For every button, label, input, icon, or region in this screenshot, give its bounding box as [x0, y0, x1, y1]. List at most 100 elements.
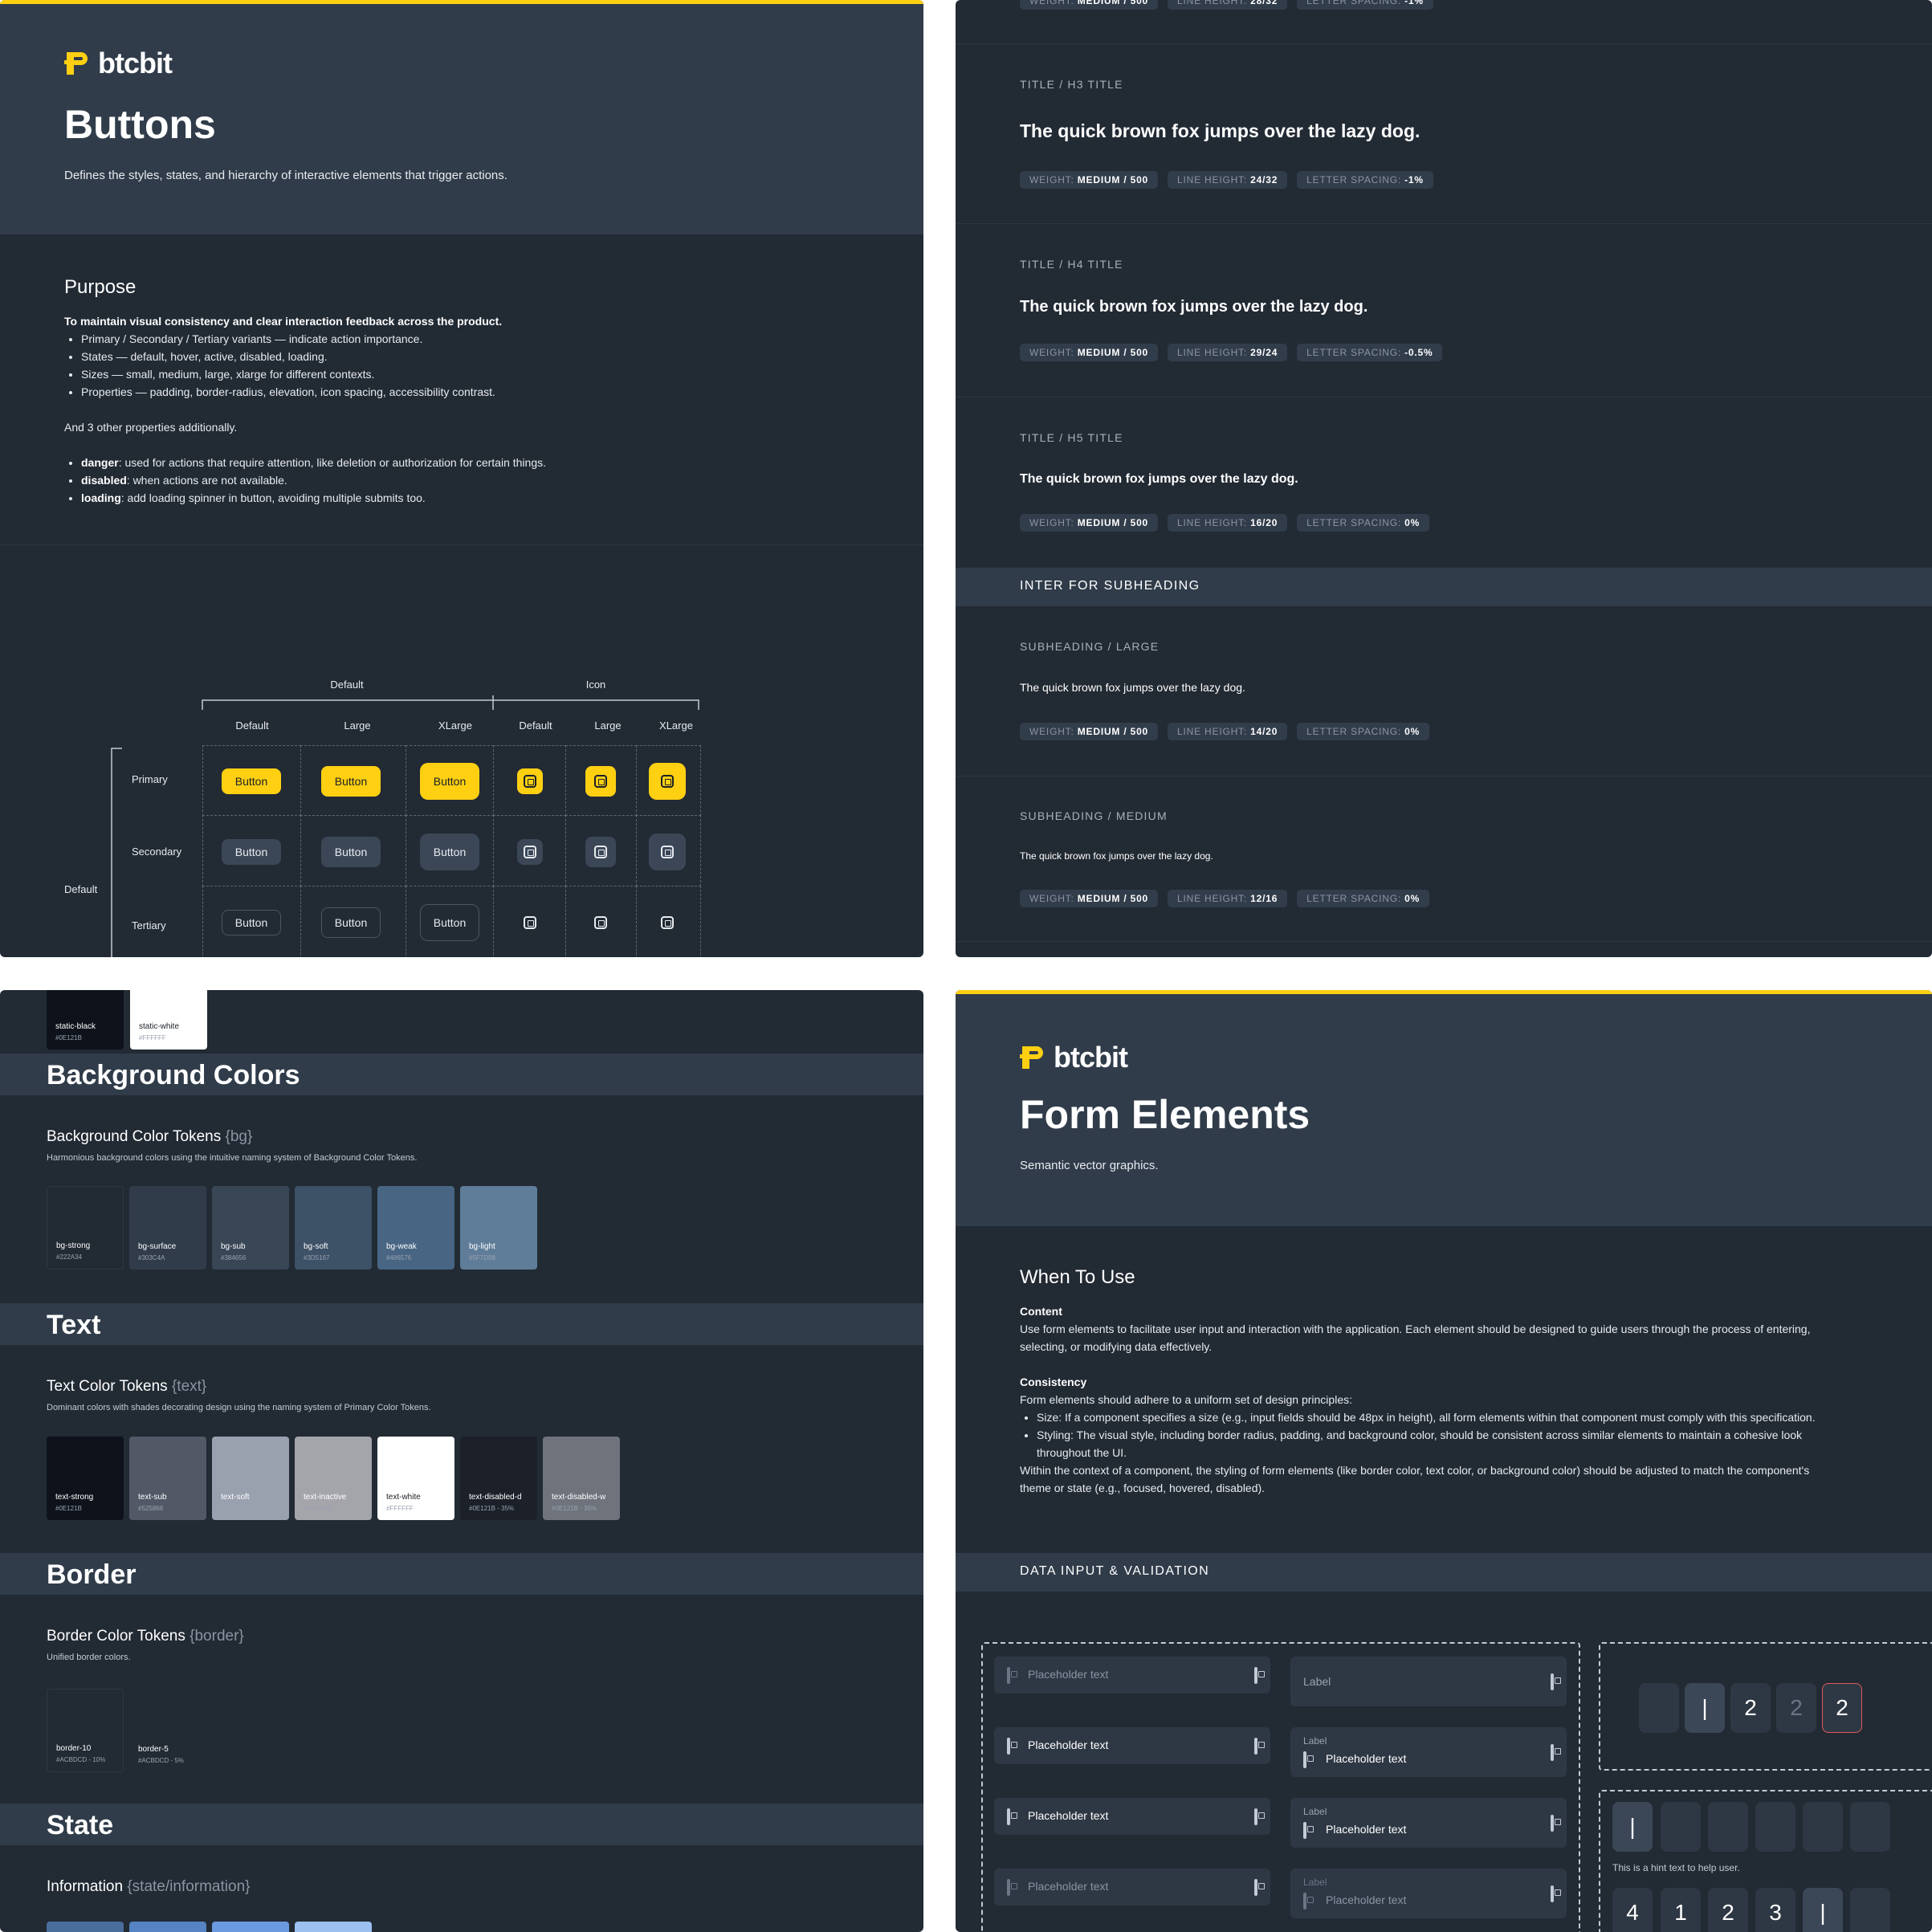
swatch-hex: #5F7D98	[469, 1254, 495, 1262]
buttons-doc-panel: btcbit Buttons Defines the styles, state…	[0, 0, 923, 957]
colors-doc-panel: static-black #0E121B static-white #FFFFF…	[0, 990, 923, 1932]
secondary-button-default[interactable]: Button	[222, 839, 281, 865]
brand-logo[interactable]: btcbit	[64, 47, 173, 80]
text-input-disabled[interactable]: Placeholder text	[994, 1869, 1270, 1906]
otp-digit[interactable]	[1661, 1802, 1701, 1852]
swatch-state[interactable]	[47, 1922, 124, 1932]
primary-icon-button-xlarge[interactable]	[649, 763, 686, 800]
swatch-static-black[interactable]: static-black #0E121B	[47, 990, 124, 1050]
swatch-bg-soft[interactable]: bg-soft #3D5167	[295, 1186, 372, 1270]
swatch-hex: #303C4A	[138, 1254, 165, 1262]
placeholder-icon	[594, 846, 607, 858]
otp-digit[interactable]: 2	[1730, 1683, 1771, 1733]
primary-icon-button-default[interactable]	[517, 768, 543, 794]
purpose-body: To maintain visual consistency and clear…	[64, 312, 883, 507]
text-input[interactable]: Placeholder text	[994, 1727, 1270, 1764]
row-bracket	[111, 748, 122, 957]
swatch-bg-light[interactable]: bg-light #5F7D98	[460, 1186, 537, 1270]
spec-chips: WEIGHT: MEDIUM / 500 LINE HEIGHT: 24/32 …	[1020, 171, 1433, 189]
swatch-name: text-disabled-d	[469, 1493, 522, 1502]
swatch-hex: #99A0AE	[221, 1505, 248, 1512]
otp-digit[interactable]	[1850, 1802, 1890, 1852]
secondary-icon-button-large[interactable]	[585, 837, 616, 867]
secondary-icon-button-xlarge[interactable]	[649, 834, 686, 870]
otp-digit-focused[interactable]: |	[1612, 1802, 1653, 1852]
col-label: XLarge	[659, 719, 693, 732]
otp-digit[interactable]	[1850, 1888, 1890, 1932]
swatch-text-white[interactable]: text-white #FFFFFF	[377, 1437, 454, 1520]
swatch-state[interactable]	[212, 1922, 289, 1932]
row-label-secondary: Secondary	[132, 846, 182, 858]
tertiary-button-large[interactable]: Button	[321, 907, 381, 938]
row-label-primary: Primary	[132, 773, 168, 785]
otp-digit[interactable]	[1755, 1802, 1795, 1852]
labeled-input[interactable]: Label Placeholder text	[1290, 1727, 1567, 1777]
token-desc: Harmonious background colors using the i…	[47, 1153, 418, 1163]
spec-chip: LETTER SPACING: -0.5%	[1297, 344, 1443, 361]
group-bracket	[202, 695, 699, 710]
swatch-text-sub[interactable]: text-sub #525866	[129, 1437, 206, 1520]
brand-logo[interactable]: btcbit	[1020, 1041, 1128, 1074]
spec-chip: WEIGHT: MEDIUM / 500	[1020, 344, 1159, 361]
otp-digit[interactable]	[1708, 1802, 1748, 1852]
secondary-button-large[interactable]: Button	[321, 837, 381, 867]
group-label-default: Default	[330, 679, 364, 691]
otp-digit[interactable]: 3	[1755, 1888, 1795, 1932]
brand-name: btcbit	[1054, 1041, 1128, 1074]
tertiary-icon-button-default[interactable]	[517, 910, 543, 935]
primary-icon-button-large[interactable]	[585, 766, 616, 797]
when-title: When To Use	[1020, 1266, 1135, 1288]
otp-digit-error[interactable]: 2	[1822, 1683, 1862, 1733]
swatch-state[interactable]	[129, 1922, 206, 1932]
swatch-text-soft[interactable]: text-soft #99A0AE	[212, 1437, 289, 1520]
token-title-state: Information {state/information}	[47, 1878, 251, 1895]
swatch-bg-surface[interactable]: bg-surface #303C4A	[129, 1186, 206, 1270]
swatch-text-inactive[interactable]: text-inactive #A4A4AB	[295, 1437, 372, 1520]
otp-digit[interactable]	[1639, 1683, 1679, 1733]
otp-digit-disabled[interactable]: 2	[1776, 1683, 1816, 1733]
swatch-bg-weak[interactable]: bg-weak #486576	[377, 1186, 454, 1270]
tertiary-button-default[interactable]: Button	[222, 910, 281, 935]
otp-digit[interactable]: 2	[1708, 1888, 1748, 1932]
divider	[956, 43, 1932, 44]
section-title: Text	[47, 1310, 101, 1340]
spec-chip: LETTER SPACING: -1%	[1297, 171, 1433, 189]
swatch-static-white[interactable]: static-white #FFFFFF	[130, 990, 207, 1050]
tertiary-button-xlarge[interactable]: Button	[420, 904, 479, 941]
otp-digit[interactable]: 1	[1661, 1888, 1701, 1932]
primary-button-xlarge[interactable]: Button	[420, 763, 479, 800]
spec-chip: LETTER SPACING: 0%	[1297, 890, 1430, 907]
placeholder-icon	[1551, 1815, 1554, 1832]
swatch-text-disabled-w[interactable]: text-disabled-w #0E121B - 35%	[543, 1437, 620, 1520]
otp-digit[interactable]	[1803, 1802, 1843, 1852]
state-label: Default	[64, 883, 98, 895]
labeled-input[interactable]: Label Placeholder text	[1290, 1798, 1567, 1848]
text-input-disabled[interactable]: Placeholder text	[994, 1657, 1270, 1694]
typography-doc-panel: WEIGHT: MEDIUM / 500 LINE HEIGHT: 28/32 …	[956, 0, 1932, 957]
placeholder-icon	[1303, 1893, 1306, 1910]
otp-digit[interactable]: 4	[1612, 1888, 1653, 1932]
swatch-border-10[interactable]: border-10 #ACBDCD - 10%	[47, 1689, 124, 1772]
tertiary-icon-button-large[interactable]	[585, 907, 616, 938]
primary-button-large[interactable]: Button	[321, 766, 381, 797]
subheading-band: INTER FOR SUBHEADING	[956, 568, 1932, 606]
swatch-state[interactable]	[295, 1922, 372, 1932]
extra-note: And 3 other properties additionally.	[64, 421, 238, 434]
swatch-border-5[interactable]: border-5 #ACBDCD - 5%	[129, 1689, 206, 1772]
swatch-text-strong[interactable]: text-strong #0E121B	[47, 1437, 124, 1520]
secondary-button-xlarge[interactable]: Button	[420, 834, 479, 870]
text-input[interactable]: Placeholder text	[994, 1798, 1270, 1835]
swatch-text-disabled-d[interactable]: text-disabled-d #0E121B - 35%	[460, 1437, 537, 1520]
swatch-bg-sub[interactable]: bg-sub #384656	[212, 1186, 289, 1270]
swatch-bg-strong[interactable]: bg-strong #222A34	[47, 1186, 124, 1270]
btcbit-logo-icon	[64, 52, 88, 75]
tertiary-icon-button-xlarge[interactable]	[649, 904, 686, 941]
secondary-icon-button-default[interactable]	[517, 839, 543, 865]
content-text: Use form elements to facilitate user inp…	[1020, 1323, 1811, 1353]
labeled-input-empty[interactable]: Label	[1290, 1657, 1567, 1706]
otp-digit-focused[interactable]: |	[1685, 1683, 1725, 1733]
otp-digit-focused[interactable]: |	[1803, 1888, 1843, 1932]
labeled-input-disabled[interactable]: Label Placeholder text	[1290, 1869, 1567, 1918]
spec-chip: LINE HEIGHT: 28/32	[1168, 0, 1288, 10]
primary-button-default[interactable]: Button	[222, 768, 281, 794]
